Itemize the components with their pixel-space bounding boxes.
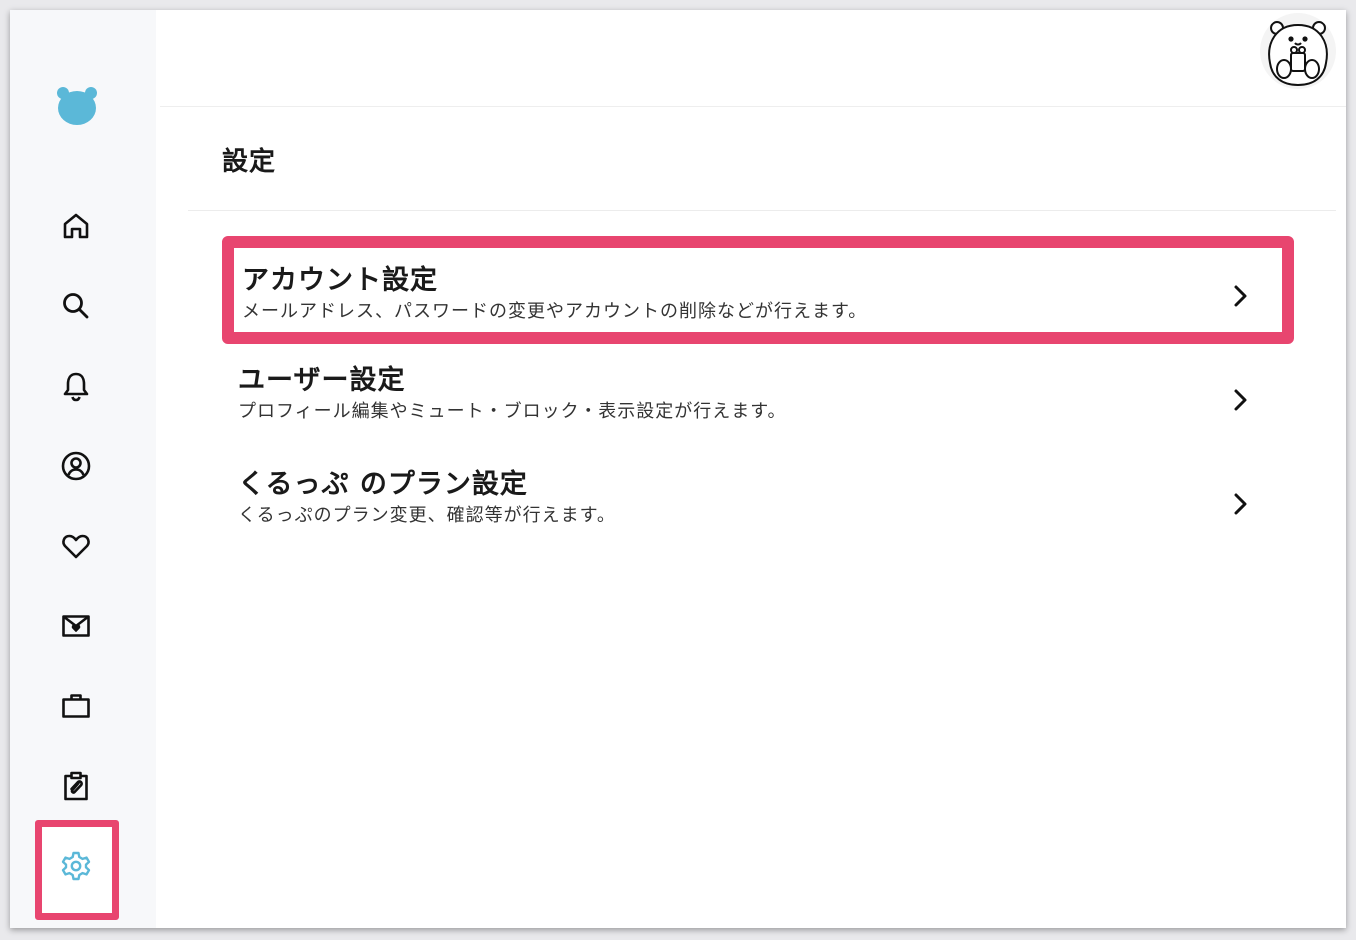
sidebar-item-settings[interactable] bbox=[56, 846, 96, 886]
sidebar-item-profile[interactable] bbox=[56, 446, 96, 486]
settings-list: アカウント設定 メールアドレス、パスワードの変更やアカウントの削除などが行えます… bbox=[222, 236, 1294, 548]
search-icon bbox=[63, 293, 89, 319]
heart-icon bbox=[62, 534, 90, 559]
sidebar-item-applications[interactable] bbox=[56, 766, 96, 806]
setting-title: くるっぷ のプラン設定 bbox=[238, 469, 528, 500]
settings-item-account[interactable]: アカウント設定 メールアドレス、パスワードの変更やアカウントの削除などが行えます… bbox=[222, 236, 1294, 344]
sidebar-item-jobs[interactable] bbox=[56, 686, 96, 726]
user-avatar[interactable] bbox=[1260, 13, 1336, 89]
setting-title: ユーザー設定 bbox=[238, 365, 406, 396]
bear-logo-icon[interactable] bbox=[56, 86, 98, 126]
settings-item-user[interactable]: ユーザー設定 プロフィール編集やミュート・ブロック・表示設定が行えます。 bbox=[222, 340, 1294, 444]
sidebar-item-search[interactable] bbox=[56, 286, 96, 326]
sidebar-item-messages[interactable] bbox=[56, 606, 96, 646]
briefcase-icon bbox=[62, 694, 90, 718]
setting-description: メールアドレス、パスワードの変更やアカウントの削除などが行えます。 bbox=[242, 301, 868, 322]
chevron-right-icon bbox=[1234, 285, 1247, 307]
user-circle-icon bbox=[61, 451, 91, 481]
sidebar-item-favorites[interactable] bbox=[56, 526, 96, 566]
setting-description: プロフィール編集やミュート・ブロック・表示設定が行えます。 bbox=[238, 401, 787, 422]
page-title: 設定 bbox=[222, 147, 277, 177]
setting-title: アカウント設定 bbox=[242, 265, 438, 296]
sidebar-item-home[interactable] bbox=[56, 206, 96, 246]
app-window: 設定 アカウント設定 メールアドレス、パスワードの変更やアカウントの削除などが行… bbox=[10, 10, 1346, 928]
settings-item-plan[interactable]: くるっぷ のプラン設定 くるっぷのプラン変更、確認等が行えます。 bbox=[222, 444, 1294, 548]
bear-avatar-icon bbox=[1268, 21, 1328, 87]
bell-icon bbox=[63, 372, 89, 402]
gear-icon bbox=[61, 851, 91, 881]
home-icon bbox=[63, 213, 89, 239]
envelope-heart-icon bbox=[62, 615, 90, 637]
top-bar bbox=[160, 10, 1346, 107]
sidebar-item-notifications[interactable] bbox=[56, 366, 96, 406]
setting-description: くるっぷのプラン変更、確認等が行えます。 bbox=[238, 505, 616, 526]
divider bbox=[188, 210, 1336, 211]
clipboard-clip-icon bbox=[64, 771, 88, 801]
sidebar bbox=[10, 10, 156, 928]
chevron-right-icon bbox=[1234, 389, 1247, 411]
chevron-right-icon bbox=[1234, 493, 1247, 515]
